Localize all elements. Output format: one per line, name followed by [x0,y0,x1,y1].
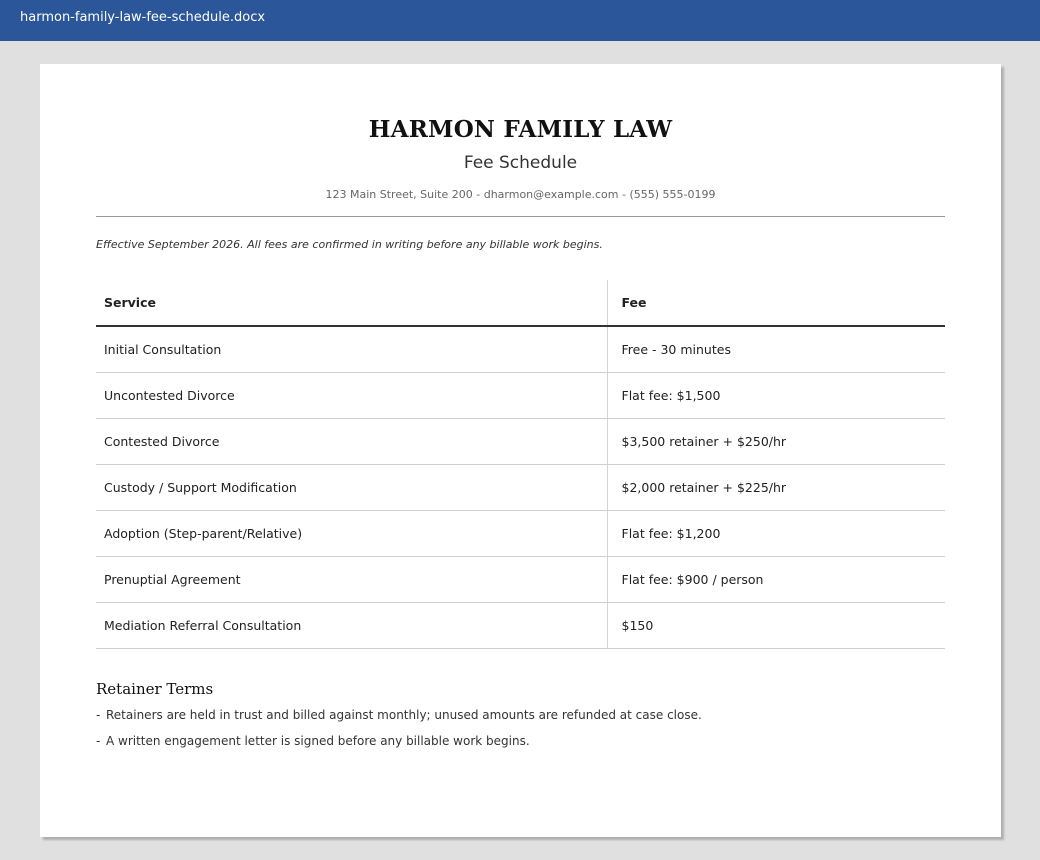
retainer-terms-heading: Retainer Terms [96,680,214,698]
fee-table-header-row: Service Fee [96,280,945,327]
bullet-marker: - [96,734,101,748]
fee-cell: Free - 30 minutes [606,326,945,373]
table-row: Custody / Support Modification $2,000 re… [96,464,945,511]
fee-cell: Flat fee: $1,200 [606,510,945,557]
fee-cell: $2,000 retainer + $225/hr [606,464,945,511]
service-cell: Mediation Referral Consultation [96,602,607,649]
table-row: Prenuptial Agreement Flat fee: $900 / pe… [96,556,945,603]
fee-table: Service Fee Initial Consultation Free - … [96,280,945,649]
table-row: Contested Divorce $3,500 retainer + $250… [96,418,945,465]
fee-cell: $150 [606,602,945,649]
header-divider [96,216,945,217]
service-cell: Custody / Support Modification [96,464,607,511]
effective-note: Effective September 2026. All fees are c… [96,238,603,251]
table-row: Uncontested Divorce Flat fee: $1,500 [96,372,945,419]
retainer-terms-list: - Retainers are held in trust and billed … [96,707,945,759]
service-column-header: Service [96,280,607,327]
firm-name-heading: HARMON FAMILY LAW [368,116,673,143]
table-row: Initial Consultation Free - 30 minutes [96,326,945,373]
service-cell: Uncontested Divorce [96,372,607,419]
fee-cell: $3,500 retainer + $250/hr [606,418,945,465]
list-item-text: A written engagement letter is signed be… [106,734,530,748]
table-row: Adoption (Step-parent/Relative) Flat fee… [96,510,945,557]
service-cell: Contested Divorce [96,418,607,465]
list-item: - Retainers are held in trust and billed … [96,707,945,733]
fee-column-header: Fee [606,280,945,327]
document-filename: harmon-family-law-fee-schedule.docx [20,10,266,25]
service-cell: Adoption (Step-parent/Relative) [96,510,607,557]
window-title-bar: harmon-family-law-fee-schedule.docx [0,0,1040,41]
contact-line: 123 Main Street, Suite 200 - dharmon@exa… [325,188,716,201]
bullet-marker: - [96,708,101,722]
service-cell: Prenuptial Agreement [96,556,607,603]
list-item: -A written engagement letter is signed b… [96,733,945,759]
fee-cell: Flat fee: $900 / person [606,556,945,603]
table-row: Mediation Referral Consultation $150 [96,602,945,649]
document-page: HARMON FAMILY LAW Fee Schedule 123 Main … [40,64,1001,837]
list-item-text: Retainers are held in trust and billed a… [106,708,702,722]
fee-cell: Flat fee: $1,500 [606,372,945,419]
document-title: Fee Schedule [463,153,578,173]
service-cell: Initial Consultation [96,326,607,373]
